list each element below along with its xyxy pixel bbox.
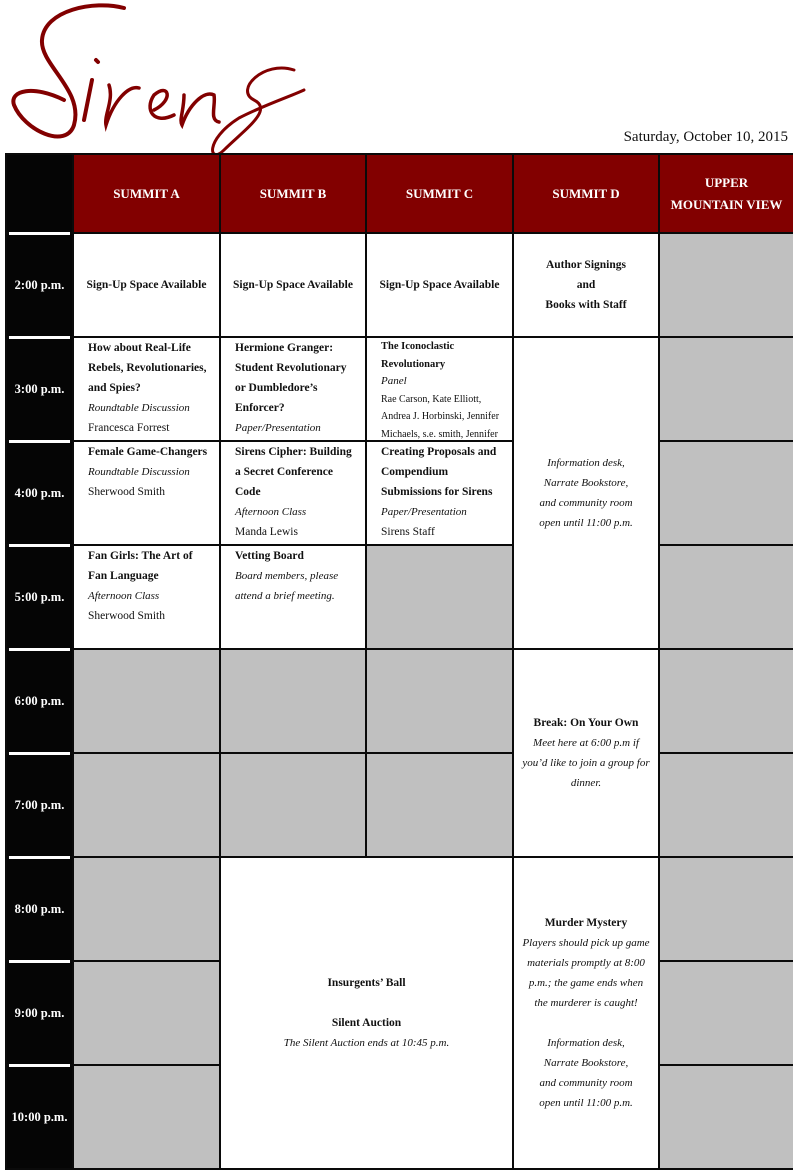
session-type: Roundtable Discussion <box>88 466 190 478</box>
session-type: Afternoon Class <box>88 590 160 602</box>
session-presenter: Francesca Forrest <box>88 422 170 434</box>
empty-slot <box>660 546 793 648</box>
sirens-logo <box>11 3 306 155</box>
session-cell: Female Game-Changers Roundtable Discussi… <box>74 442 219 544</box>
session-type: Paper/Presentation <box>235 422 321 434</box>
empty-slot <box>74 1066 219 1168</box>
session-title: Creating Proposals and Compendium Submis… <box>381 446 497 498</box>
session-cell: Break: On Your Own Meet here at 6:00 p.m… <box>514 650 658 856</box>
session-type: Paper/Presentation <box>381 506 467 518</box>
schedule-date: Saturday, October 10, 2015 <box>623 129 788 145</box>
empty-slot <box>221 650 365 752</box>
time-label: 3:00 p.m. <box>7 336 72 440</box>
session-type: Roundtable Discussion <box>88 402 190 414</box>
time-label: 10:00 p.m. <box>7 1064 72 1168</box>
session-title: How about Real-Life Rebels, Revolutionar… <box>88 342 207 394</box>
room-header-summit-c: SUMMIT C <box>367 155 512 232</box>
session-line: and <box>576 279 596 291</box>
session-cell: Fan Girls: The Art of Fan Language After… <box>74 546 219 648</box>
empty-slot <box>74 962 219 1064</box>
session-cell: How about Real-Life Rebels, Revolutionar… <box>74 338 219 440</box>
session-line: Books with Staff <box>545 299 627 311</box>
session-cell: Sign-Up Space Available <box>367 234 512 336</box>
schedule-grid: SUMMIT A SUMMIT B SUMMIT C SUMMIT D UPPE… <box>5 153 793 1170</box>
session-title: Female Game-Changers <box>88 446 208 458</box>
empty-slot <box>660 442 793 544</box>
session-cell: Vetting Board Board members, please atte… <box>221 546 365 648</box>
session-line: open until 11:00 p.m. <box>539 1097 633 1109</box>
session-line: Information desk, <box>547 457 625 469</box>
session-cell: The Iconoclastic Revolutionary Panel Rae… <box>367 338 512 457</box>
session-title: Silent Auction <box>331 1017 402 1029</box>
empty-slot <box>367 650 512 752</box>
session-cell: Murder Mystery Players should pick up ga… <box>514 858 658 1168</box>
session-cell: Author Signings and Books with Staff <box>514 234 658 336</box>
session-cell: Insurgents’ Ball Silent Auction The Sile… <box>221 858 512 1168</box>
empty-slot <box>74 650 219 752</box>
session-line: open until 11:00 p.m. <box>539 517 633 529</box>
time-label: 8:00 p.m. <box>7 856 72 960</box>
session-note: The Silent Auction ends at 10:45 p.m. <box>283 1037 450 1049</box>
session-title: The Iconoclastic Revolutionary <box>381 341 455 370</box>
room-header-upper-mountain-view: UPPER MOUNTAIN VIEW <box>660 155 793 232</box>
session-cell: Sign-Up Space Available <box>74 234 219 336</box>
session-title: Murder Mystery <box>544 917 628 929</box>
session-title: Break: On Your Own <box>533 717 639 729</box>
time-label: 9:00 p.m. <box>7 960 72 1064</box>
empty-slot <box>660 858 793 960</box>
session-line: and community room <box>539 497 633 509</box>
room-header-summit-a: SUMMIT A <box>74 155 219 232</box>
time-label: 4:00 p.m. <box>7 440 72 544</box>
time-label: 7:00 p.m. <box>7 752 72 856</box>
session-line: and community room <box>539 1077 633 1089</box>
session-presenter: Sherwood Smith <box>88 486 165 498</box>
session-note: Players should pick up game materials pr… <box>522 937 650 1009</box>
session-title: Sign-Up Space Available <box>86 279 207 291</box>
empty-slot <box>367 754 512 856</box>
session-line: Information desk, <box>547 1037 625 1049</box>
session-title: Sign-Up Space Available <box>233 279 353 291</box>
empty-slot <box>660 754 793 856</box>
time-label: 5:00 p.m. <box>7 544 72 648</box>
room-header-summit-b: SUMMIT B <box>221 155 365 232</box>
empty-slot <box>660 962 793 1064</box>
time-label: 2:00 p.m. <box>7 232 72 336</box>
empty-slot <box>660 338 793 440</box>
time-label: 6:00 p.m. <box>7 648 72 752</box>
session-title: Vetting Board <box>235 550 304 562</box>
session-note: Board members, please attend a brief mee… <box>235 570 339 602</box>
empty-slot <box>660 234 793 336</box>
empty-slot <box>660 1066 793 1168</box>
session-line: Narrate Bookstore, <box>543 1057 629 1069</box>
session-line: Author Signings <box>545 259 626 271</box>
session-cell: Hermione Granger: Student Revolutionary … <box>221 338 365 454</box>
empty-slot <box>221 754 365 856</box>
empty-slot <box>367 546 512 648</box>
session-cell: Sign-Up Space Available <box>221 234 365 336</box>
empty-slot <box>74 754 219 856</box>
corner-cell <box>7 155 72 232</box>
session-presenter: Sherwood Smith <box>88 610 165 622</box>
session-cell: Information desk, Narrate Bookstore, and… <box>514 338 658 648</box>
session-line: Narrate Bookstore, <box>543 477 629 489</box>
session-type: Afternoon Class <box>235 506 307 518</box>
session-cell: Sirens Cipher: Building a Secret Confere… <box>221 442 365 544</box>
session-presenter: Manda Lewis <box>235 526 298 538</box>
room-header-summit-d: SUMMIT D <box>514 155 658 232</box>
session-title: Fan Girls: The Art of Fan Language <box>88 550 193 582</box>
session-title: Insurgents’ Ball <box>327 977 406 989</box>
empty-slot <box>74 858 219 960</box>
session-cell: Creating Proposals and Compendium Submis… <box>367 442 512 544</box>
empty-slot <box>660 650 793 752</box>
session-title: Hermione Granger: Student Revolutionary … <box>235 342 347 414</box>
session-type: Panel <box>381 375 407 387</box>
session-title: Sirens Cipher: Building a Secret Confere… <box>235 446 352 498</box>
session-presenter: Sirens Staff <box>381 526 435 538</box>
session-title: Sign-Up Space Available <box>379 279 500 291</box>
session-note: Meet here at 6:00 p.m if you’d like to j… <box>522 737 650 789</box>
